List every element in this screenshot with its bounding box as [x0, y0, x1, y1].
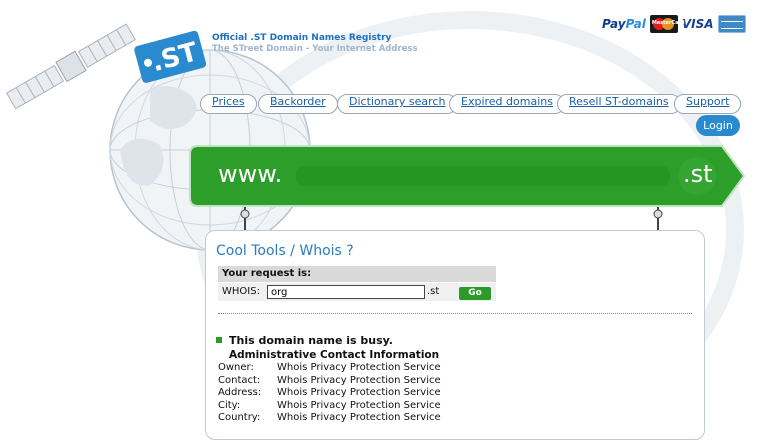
contact-address-value: Whois Privacy Protection Service	[277, 387, 441, 398]
site-tagline: The STreet Domain - Your Internet Addres…	[212, 44, 418, 54]
divider	[218, 313, 692, 314]
contact-address-label: Address:	[218, 387, 262, 398]
nav-prices[interactable]: Prices	[200, 94, 257, 114]
section-heading: Administrative Contact Information	[229, 349, 440, 361]
contact-country-value: Whois Privacy Protection Service	[277, 412, 441, 423]
login-button[interactable]: Login	[696, 115, 740, 136]
page-title: Cool Tools / Whois ?	[216, 243, 354, 259]
go-button[interactable]: Go	[459, 287, 491, 300]
status-text: This domain name is busy.	[229, 334, 393, 347]
contact-country-label: Country:	[218, 412, 261, 423]
visa-logo: VISA	[681, 17, 714, 31]
status-bullet-icon	[216, 337, 222, 343]
nav-backorder[interactable]: Backorder	[258, 94, 338, 114]
hanger-right-icon	[653, 207, 663, 232]
contact-contact-label: Contact:	[218, 375, 261, 386]
mastercard-logo: MasterCard	[649, 15, 685, 33]
contact-contact-value: Whois Privacy Protection Service	[277, 375, 441, 386]
request-heading: Your request is:	[218, 266, 496, 282]
contact-owner-label: Owner:	[218, 362, 254, 373]
contact-city-label: City:	[218, 400, 241, 411]
nav-dictionary-search[interactable]: Dictionary search	[337, 94, 458, 114]
contact-owner-value: Whois Privacy Protection Service	[277, 362, 441, 373]
nav-resell-st-domains[interactable]: Resell ST-domains	[557, 94, 681, 114]
contact-city-value: Whois Privacy Protection Service	[277, 400, 441, 411]
site-title: Official .ST Domain Names Registry	[212, 33, 392, 43]
paypal-logo: PayPal	[602, 17, 646, 31]
whois-label: WHOIS:	[222, 286, 260, 297]
whois-suffix: .st	[427, 286, 440, 297]
payment-methods: PayPal MasterCard VISA	[602, 14, 746, 34]
nav-expired-domains[interactable]: Expired domains	[449, 94, 565, 114]
amex-logo	[717, 15, 746, 33]
domain-suffix: .st	[683, 160, 713, 188]
satellite-icon	[6, 23, 136, 110]
nav-support[interactable]: Support	[674, 94, 742, 114]
whois-input[interactable]	[267, 285, 425, 299]
domain-search-input[interactable]	[296, 166, 670, 186]
domain-prefix: www.	[218, 160, 283, 188]
